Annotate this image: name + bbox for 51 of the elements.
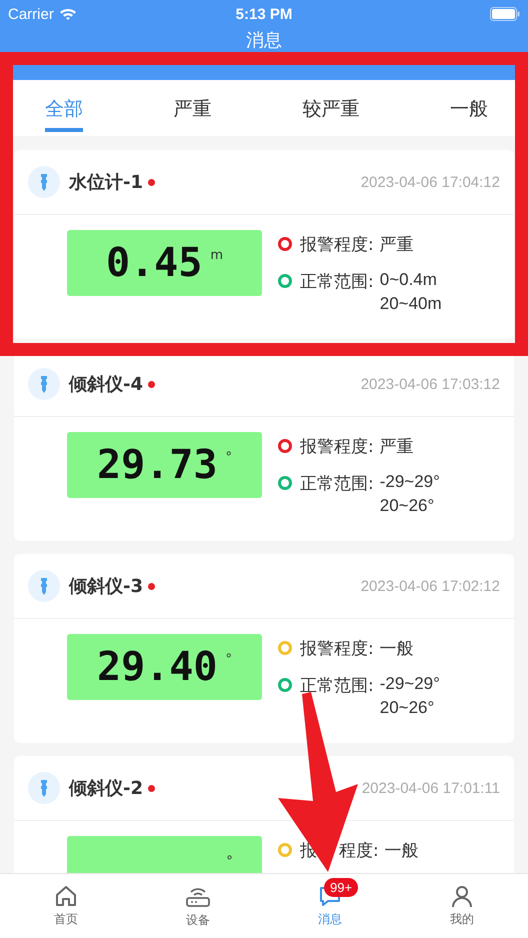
- normal-range-label: 正常范围:: [300, 271, 374, 293]
- normal-range-icon: [278, 274, 292, 288]
- alarm-level-value: 严重: [380, 436, 414, 458]
- alarm-level-label: 程度:: [339, 840, 379, 862]
- normal-range-label: 正常范围:: [300, 473, 374, 495]
- tab-bar-item[interactable]: 我的: [396, 874, 528, 938]
- home-icon: [54, 884, 78, 908]
- tab-bar-item[interactable]: 消息 99+: [264, 874, 396, 938]
- normal-range-value: -29~29°: [380, 472, 440, 492]
- normal-range-icon: [278, 476, 292, 490]
- normal-range-icon: [278, 678, 292, 692]
- alarm-level-value: 一般: [380, 638, 414, 660]
- battery-icon: [490, 7, 520, 21]
- alarm-level-label: 报警程度:: [300, 234, 374, 256]
- normal-range-value: 0~0.4m: [380, 270, 438, 290]
- carrier-label: Carrier: [8, 6, 54, 22]
- device-name: 倾斜仪-2: [69, 777, 143, 800]
- count-badge: 99+: [324, 878, 358, 897]
- alarm-time: 2023-04-06 17:04:12: [360, 174, 500, 190]
- alarm-time: 2023-04-06 17:02:12: [360, 578, 500, 594]
- alarm-level-value: 一般: [384, 840, 419, 862]
- device-name: 水位计-1: [69, 171, 143, 194]
- normal-range-value: 20~40m: [380, 294, 442, 314]
- alarm-level-value: 严重: [380, 234, 414, 256]
- reading-display: °: [67, 836, 262, 873]
- tab-bar-item[interactable]: 首页: [0, 874, 132, 938]
- reading-display: 29.40 °: [67, 634, 262, 700]
- alarm-time: 2023-04-06 17:01:11: [362, 780, 500, 796]
- filter-tab[interactable]: 一般: [450, 80, 488, 120]
- wifi-icon: [58, 7, 77, 21]
- status-time: 5:13 PM: [236, 6, 292, 22]
- device-name: 倾斜仪-4: [69, 373, 143, 396]
- device-name: 倾斜仪-3: [69, 575, 143, 598]
- alarm-level-label: 报警程度:: [300, 436, 374, 458]
- alarm-level-label: 报警程度:: [300, 638, 374, 660]
- normal-range-label: 正常范围:: [300, 675, 374, 697]
- reading-display: 29.73 °: [67, 432, 262, 498]
- tab-bar-item[interactable]: 设备: [132, 874, 264, 938]
- page-title: 消息: [245, 29, 283, 52]
- normal-range-value: 20~26°: [380, 698, 436, 718]
- filter-tab[interactable]: 严重: [174, 80, 212, 120]
- sensor-icon: [28, 772, 60, 804]
- sensor-icon: [28, 368, 60, 400]
- filter-tab[interactable]: 较严重: [302, 80, 360, 120]
- normal-range-value: 20~26°: [380, 496, 436, 516]
- normal-range-value: -29~29°: [380, 674, 440, 694]
- sensor-icon: [28, 570, 60, 602]
- alarm-time: 2023-04-06 17:03:12: [360, 376, 500, 392]
- person-icon: [450, 884, 474, 908]
- sensor-icon: [28, 166, 60, 198]
- alarm-card[interactable]: 倾斜仪-3 2023-04-06 17:02:12 29.40 ° 报警程度: 一般 正常范围: -29~29° 20~26°: [14, 554, 514, 743]
